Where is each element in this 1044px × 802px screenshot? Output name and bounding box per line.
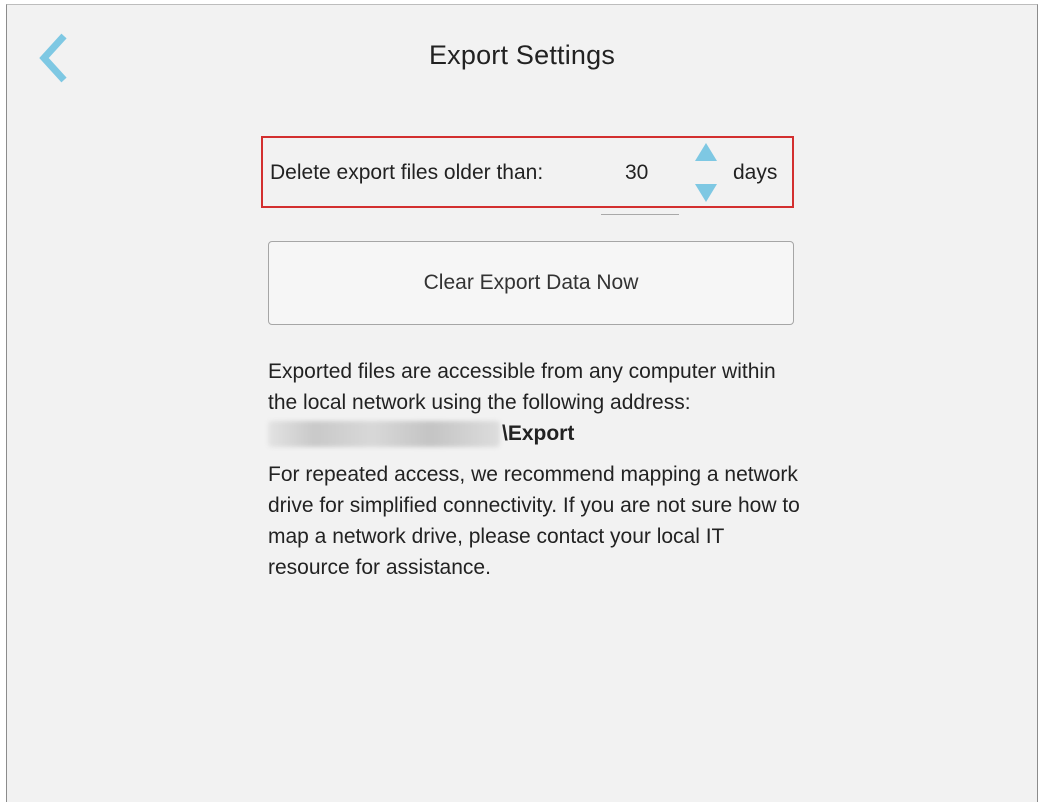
retention-unit: days [733, 161, 778, 184]
decrement-days-button[interactable] [693, 182, 719, 204]
retention-days-value[interactable]: 30 [625, 161, 648, 185]
retention-value-underline [601, 214, 679, 215]
triangle-up-icon [695, 143, 717, 161]
access-description: Exported files are accessible from any c… [268, 360, 776, 414]
increment-days-button[interactable] [693, 141, 719, 163]
export-address: \Export [268, 418, 808, 449]
mapping-recommendation: For repeated access, we recommend mappin… [268, 463, 800, 579]
clear-export-data-button[interactable]: Clear Export Data Now [268, 241, 794, 325]
export-info: Exported files are accessible from any c… [268, 356, 808, 583]
page-title: Export Settings [428, 40, 616, 70]
export-address-suffix: \Export [502, 422, 575, 445]
retention-label: Delete export files older than: [270, 161, 544, 184]
retention-setting: Delete export files older than: 30 days [261, 136, 794, 215]
triangle-down-icon [695, 184, 717, 202]
redacted-network-address [268, 420, 500, 447]
